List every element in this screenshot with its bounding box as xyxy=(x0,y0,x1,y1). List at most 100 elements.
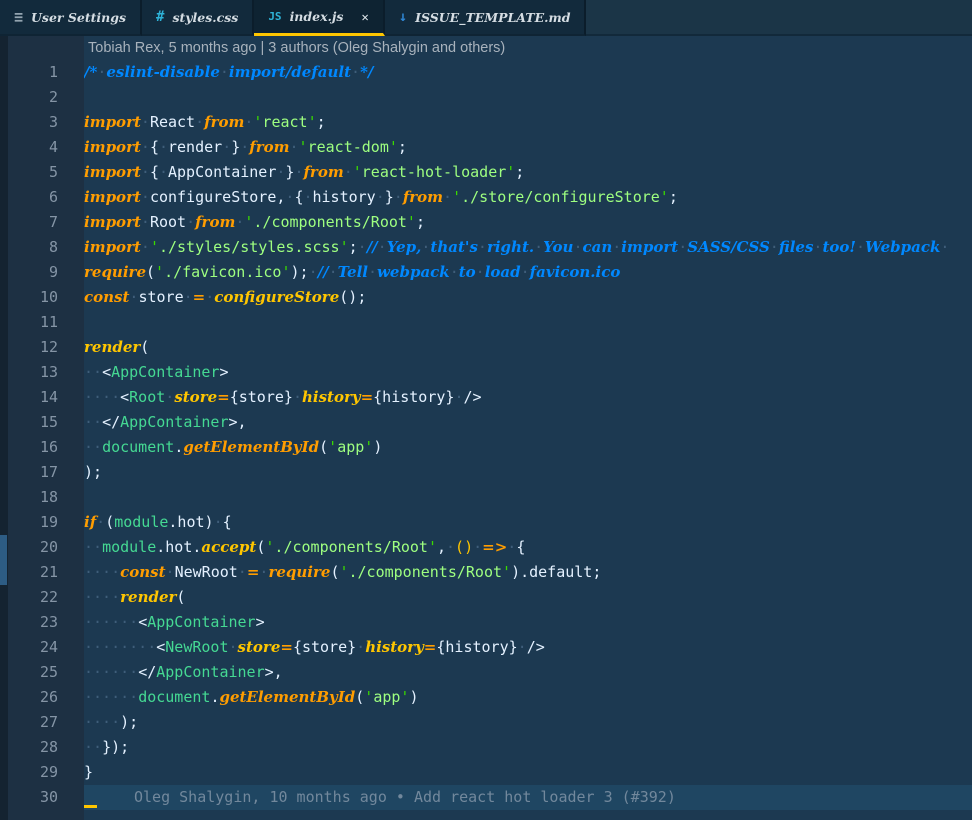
line-number[interactable]: 8 xyxy=(0,235,84,260)
code-line[interactable]: import·configureStore,·{·history·}·from·… xyxy=(84,185,972,210)
code-line[interactable]: import·'./styles/styles.scss';·//·Yep,·t… xyxy=(84,235,972,260)
code-line[interactable]: import·React·from·'react'; xyxy=(84,110,972,135)
code-line[interactable]: ····); xyxy=(84,710,972,735)
code-line[interactable]: ····const·NewRoot·=·require('./component… xyxy=(84,560,972,585)
code-line[interactable]: render( xyxy=(84,335,972,360)
code-area[interactable]: 1/*·eslint-disable·import/default·*/23im… xyxy=(0,60,972,810)
code-line[interactable]: import·Root·from·'./components/Root'; xyxy=(84,210,972,235)
line-number[interactable]: 19 xyxy=(0,510,84,535)
line-number[interactable]: 23 xyxy=(0,610,84,635)
code-row: 4import·{·render·}·from·'react-dom'; xyxy=(0,135,972,160)
line-number[interactable]: 3 xyxy=(0,110,84,135)
line-number[interactable]: 1 xyxy=(0,60,84,85)
code-row: 27····); xyxy=(0,710,972,735)
line-number[interactable]: 4 xyxy=(0,135,84,160)
code-line[interactable]: ··</AppContainer>, xyxy=(84,410,972,435)
code-line[interactable]: ··document.getElementById('app') xyxy=(84,435,972,460)
line-number[interactable]: 2 xyxy=(0,85,84,110)
tab-issue-template-md[interactable]: ↓ ISSUE_TEMPLATE.md xyxy=(385,0,587,36)
code-row: 25······</AppContainer>, xyxy=(0,660,972,685)
line-number[interactable]: 16 xyxy=(0,435,84,460)
code-row: 3import·React·from·'react'; xyxy=(0,110,972,135)
tab-index-js[interactable]: JS index.js ✕ xyxy=(254,0,384,36)
code-line[interactable]: require('./favicon.ico');·//·Tell·webpac… xyxy=(84,260,972,285)
line-number[interactable]: 17 xyxy=(0,460,84,485)
editor[interactable]: Tobiah Rex, 5 months ago | 3 authors (Ol… xyxy=(0,36,972,820)
line-number[interactable]: 20 xyxy=(0,535,84,560)
line-number[interactable]: 29 xyxy=(0,760,84,785)
code-row: 21····const·NewRoot·=·require('./compone… xyxy=(0,560,972,585)
code-line[interactable] xyxy=(84,485,972,510)
line-number[interactable]: 12 xyxy=(0,335,84,360)
code-line[interactable]: } xyxy=(84,760,972,785)
tab-styles-css[interactable]: # styles.css xyxy=(142,0,254,36)
code-row: 5import·{·AppContainer·}·from·'react-hot… xyxy=(0,160,972,185)
line-number[interactable]: 28 xyxy=(0,735,84,760)
code-line[interactable]: import·{·AppContainer·}·from·'react-hot-… xyxy=(84,160,972,185)
line-number[interactable]: 21 xyxy=(0,560,84,585)
line-number[interactable]: 26 xyxy=(0,685,84,710)
code-row: 26······document.getElementById('app') xyxy=(0,685,972,710)
code-row: 17); xyxy=(0,460,972,485)
code-line[interactable]: ··<AppContainer> xyxy=(84,360,972,385)
code-row: 18 xyxy=(0,485,972,510)
code-line[interactable]: ··}); xyxy=(84,735,972,760)
code-row: 23······<AppContainer> xyxy=(0,610,972,635)
code-line[interactable]: ····<Root·store={store}·history={history… xyxy=(84,385,972,410)
code-row: 20··module.hot.accept('./components/Root… xyxy=(0,535,972,560)
line-number[interactable]: 5 xyxy=(0,160,84,185)
code-line[interactable]: if·(module.hot)·{ xyxy=(84,510,972,535)
code-row: 30 Oleg Shalygin, 10 months ago • Add rea… xyxy=(0,785,972,810)
code-line[interactable]: /*·eslint-disable·import/default·*/ xyxy=(84,60,972,85)
inline-blame: Oleg Shalygin, 10 months ago • Add react… xyxy=(134,788,676,806)
line-number[interactable]: 30 xyxy=(0,785,84,810)
line-number[interactable]: 10 xyxy=(0,285,84,310)
list-icon: ≡ xyxy=(14,10,23,25)
code-row: 9require('./favicon.ico');·//·Tell·webpa… xyxy=(0,260,972,285)
line-number[interactable]: 22 xyxy=(0,585,84,610)
tab-label: ISSUE_TEMPLATE.md xyxy=(415,10,570,25)
code-row: 28··}); xyxy=(0,735,972,760)
code-row: 16··document.getElementById('app') xyxy=(0,435,972,460)
tab-bar-empty-space xyxy=(586,0,972,36)
code-row: 15··</AppContainer>, xyxy=(0,410,972,435)
line-number[interactable]: 7 xyxy=(0,210,84,235)
code-row: 22····render( xyxy=(0,585,972,610)
code-row: 24········<NewRoot·store={store}·history… xyxy=(0,635,972,660)
line-number[interactable]: 13 xyxy=(0,360,84,385)
code-line[interactable]: ····render( xyxy=(84,585,972,610)
line-number[interactable]: 11 xyxy=(0,310,84,335)
git-modified-marker xyxy=(0,535,7,585)
tab-user-settings[interactable]: ≡ User Settings xyxy=(0,0,142,36)
code-line[interactable]: ); xyxy=(84,460,972,485)
code-line[interactable]: ······document.getElementById('app') xyxy=(84,685,972,710)
line-number[interactable]: 6 xyxy=(0,185,84,210)
line-number[interactable]: 25 xyxy=(0,660,84,685)
code-line[interactable] xyxy=(84,85,972,110)
line-number[interactable]: 24 xyxy=(0,635,84,660)
tab-bar: ≡ User Settings # styles.css JS index.js… xyxy=(0,0,972,36)
close-icon[interactable]: ✕ xyxy=(361,10,368,24)
line-number[interactable]: 18 xyxy=(0,485,84,510)
line-number[interactable]: 27 xyxy=(0,710,84,735)
code-line[interactable]: import·{·render·}·from·'react-dom'; xyxy=(84,135,972,160)
tab-label: User Settings xyxy=(31,10,126,25)
blame-lens[interactable]: Tobiah Rex, 5 months ago | 3 authors (Ol… xyxy=(0,36,972,60)
code-line[interactable]: ······<AppContainer> xyxy=(84,610,972,635)
line-number[interactable]: 15 xyxy=(0,410,84,435)
code-line[interactable]: const·store·=·configureStore(); xyxy=(84,285,972,310)
code-row: 11 xyxy=(0,310,972,335)
code-line[interactable]: ··module.hot.accept('./components/Root',… xyxy=(84,535,972,560)
code-row: 8import·'./styles/styles.scss';·//·Yep,·… xyxy=(0,235,972,260)
line-number[interactable]: 9 xyxy=(0,260,84,285)
code-line[interactable] xyxy=(84,310,972,335)
code-row: 2 xyxy=(0,85,972,110)
code-line[interactable]: Oleg Shalygin, 10 months ago • Add react… xyxy=(84,785,972,810)
code-row: 13··<AppContainer> xyxy=(0,360,972,385)
line-number[interactable]: 14 xyxy=(0,385,84,410)
code-line[interactable]: ······</AppContainer>, xyxy=(84,660,972,685)
hash-icon: # xyxy=(156,10,164,24)
code-row: 14····<Root·store={store}·history={histo… xyxy=(0,385,972,410)
tab-label: styles.css xyxy=(172,10,238,25)
code-line[interactable]: ········<NewRoot·store={store}·history={… xyxy=(84,635,972,660)
